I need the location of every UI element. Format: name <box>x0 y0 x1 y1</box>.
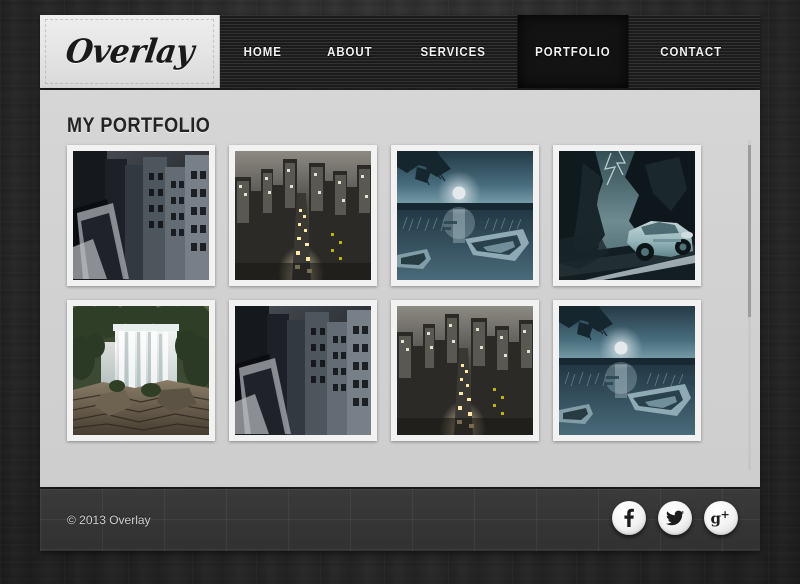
gallery-thumbnail-moon-lake <box>559 306 695 435</box>
copyright-text: © 2013 Overlay <box>67 513 151 527</box>
svg-text:+: + <box>721 508 730 521</box>
gallery-item[interactable] <box>391 300 539 441</box>
nav-item-portfolio[interactable]: PORTFOLIO <box>517 15 629 88</box>
site-wrapper: Overlay HOME ABOUT SERVICES PORTFOLIO CO… <box>40 15 760 570</box>
logo-text: Overlay <box>63 32 196 71</box>
gallery-thumbnail-waterfall <box>73 306 209 435</box>
main-navigation: HOME ABOUT SERVICES PORTFOLIO CONTACT <box>221 15 746 88</box>
gallery-item[interactable] <box>553 145 701 286</box>
gallery-scrollbar-track[interactable] <box>748 140 751 470</box>
moon-lake-image <box>397 151 533 280</box>
gallery-thumbnail-city-night <box>397 306 533 435</box>
gallery-scrollbar-thumb[interactable] <box>748 145 751 317</box>
social-link-googleplus[interactable]: g + <box>704 501 738 535</box>
portfolio-gallery <box>67 145 701 441</box>
gallery-item[interactable] <box>229 300 377 441</box>
storm-car-image <box>559 151 695 280</box>
waterfall-image <box>73 306 209 435</box>
gallery-thumbnail-storm-car <box>559 151 695 280</box>
gallery-item[interactable] <box>391 145 539 286</box>
nav-item-home[interactable]: HOME <box>226 15 299 88</box>
gallery-item[interactable] <box>67 145 215 286</box>
city-bw-image <box>235 306 371 435</box>
gallery-thumbnail-city-bw <box>235 306 371 435</box>
content-panel: MY PORTFOLIO <box>40 90 760 487</box>
google-plus-icon: g + <box>711 508 730 528</box>
gallery-thumbnail-city-bw <box>73 151 209 280</box>
twitter-icon <box>666 510 684 526</box>
social-link-facebook[interactable] <box>612 501 646 535</box>
gallery-item[interactable] <box>229 145 377 286</box>
social-link-twitter[interactable] <box>658 501 692 535</box>
gallery-item[interactable] <box>67 300 215 441</box>
site-footer: © 2013 Overlay g + <box>40 489 760 551</box>
gallery-thumbnail-city-night <box>235 151 371 280</box>
social-links: g + <box>612 501 738 535</box>
city-night-image <box>397 306 533 435</box>
gallery-thumbnail-moon-lake <box>397 151 533 280</box>
moon-lake-image <box>559 306 695 435</box>
site-header: Overlay HOME ABOUT SERVICES PORTFOLIO CO… <box>40 15 760 88</box>
nav-item-about[interactable]: ABOUT <box>310 15 391 88</box>
nav-item-contact[interactable]: CONTACT <box>643 15 740 88</box>
page-title: MY PORTFOLIO <box>67 114 211 137</box>
nav-item-services[interactable]: SERVICES <box>403 15 504 88</box>
city-bw-image <box>73 151 209 280</box>
logo[interactable]: Overlay <box>40 15 220 88</box>
city-night-image <box>235 151 371 280</box>
gallery-item[interactable] <box>553 300 701 441</box>
facebook-icon <box>624 508 634 527</box>
